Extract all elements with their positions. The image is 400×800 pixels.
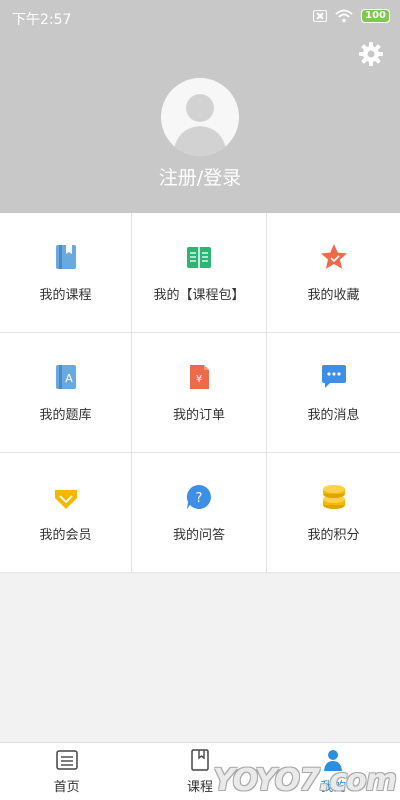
question-bank-icon: A: [55, 365, 76, 389]
status-bar: 下午2:57 100: [0, 0, 400, 36]
tab-label: 我的: [320, 780, 347, 795]
menu-label: 我的【课程包】: [153, 288, 245, 303]
menu-label: 我的订单: [172, 408, 225, 423]
tab-home[interactable]: 首页: [0, 743, 133, 800]
star-icon: [320, 244, 347, 269]
vip-gem-icon: [54, 490, 77, 509]
svg-text:A: A: [65, 372, 73, 385]
open-book-icon: [187, 247, 211, 268]
bottom-tab-bar: 首页 课程 我的: [0, 742, 400, 800]
message-icon: [321, 365, 346, 388]
menu-label: 我的会员: [39, 528, 92, 543]
menu-my-membership[interactable]: 我的会员: [0, 453, 132, 573]
tab-label: 首页: [53, 780, 80, 795]
course-icon: [191, 749, 209, 771]
menu-grid: 我的课程 我的【课程包】 我的收藏 A 我的题库 ¥ 我的订单 我的消息 我的会…: [0, 213, 400, 573]
settings-button[interactable]: [358, 41, 384, 67]
menu-label: 我的积分: [307, 528, 360, 543]
menu-label: 我的问答: [172, 528, 225, 543]
menu-label: 我的题库: [39, 408, 92, 423]
battery-indicator: 100: [361, 9, 390, 23]
menu-label: 我的消息: [307, 408, 360, 423]
status-time: 下午2:57: [12, 12, 72, 28]
profile-header: 注册/登录: [0, 36, 400, 213]
no-sim-icon: [313, 10, 328, 22]
svg-text:¥: ¥: [196, 374, 202, 385]
svg-text:?: ?: [196, 491, 203, 506]
menu-my-qa[interactable]: ? 我的问答: [132, 453, 267, 573]
menu-my-messages[interactable]: 我的消息: [267, 333, 400, 453]
menu-my-favorites[interactable]: 我的收藏: [267, 213, 400, 333]
tab-mine[interactable]: 我的: [267, 743, 400, 800]
menu-my-courses[interactable]: 我的课程: [0, 213, 132, 333]
menu-my-question-bank[interactable]: A 我的题库: [0, 333, 132, 453]
menu-my-orders[interactable]: ¥ 我的订单: [132, 333, 267, 453]
home-list-icon: [55, 750, 78, 770]
question-bubble-icon: ?: [186, 484, 211, 509]
menu-label: 我的课程: [39, 288, 92, 303]
menu-my-points[interactable]: 我的积分: [267, 453, 400, 573]
course-book-icon: [55, 245, 76, 269]
gear-icon: [359, 42, 383, 66]
user-icon: [324, 750, 343, 771]
wifi-icon: [335, 9, 353, 23]
menu-label: 我的收藏: [307, 288, 360, 303]
status-icons: 100: [313, 9, 390, 23]
login-register-link[interactable]: 注册/登录: [0, 163, 400, 190]
user-silhouette-icon: [173, 94, 227, 156]
avatar[interactable]: [161, 78, 239, 156]
tab-courses[interactable]: 课程: [133, 743, 266, 800]
coins-icon: [322, 485, 345, 509]
order-icon: ¥: [190, 365, 209, 389]
menu-my-course-packs[interactable]: 我的【课程包】: [132, 213, 267, 333]
tab-label: 课程: [186, 780, 213, 795]
